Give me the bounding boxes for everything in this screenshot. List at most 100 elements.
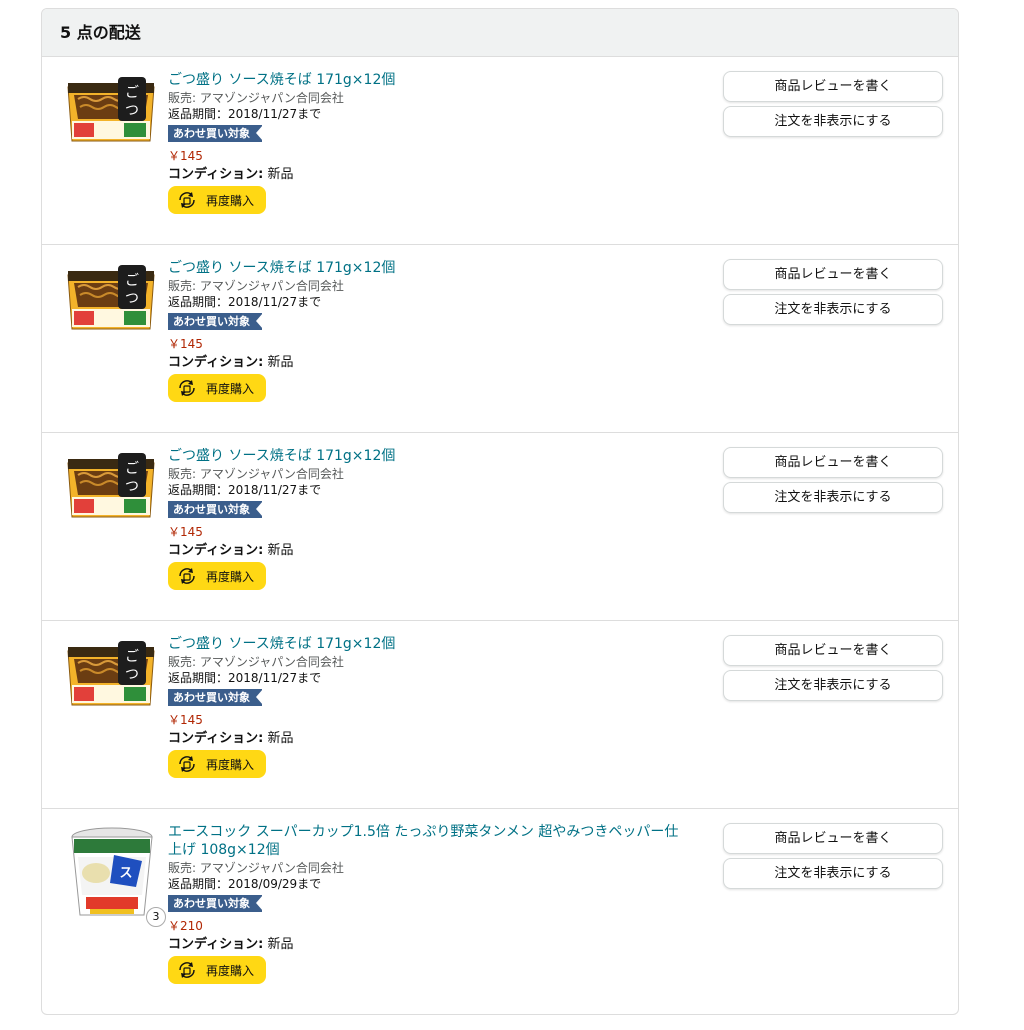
return-prefix: 返品期間： bbox=[168, 877, 229, 891]
condition-line: コンディション: 新品 bbox=[168, 166, 688, 184]
buy-again-icon bbox=[179, 962, 195, 978]
yakisoba-cup-image: ご つ bbox=[67, 77, 155, 142]
svg-text:つ: つ bbox=[125, 479, 139, 495]
return-prefix: 返品期間： bbox=[168, 295, 229, 309]
shipment-header: 5 点の配送 bbox=[42, 9, 958, 57]
hide-order-button[interactable]: 注文を非表示にする bbox=[723, 106, 943, 137]
return-date: 2018/11/27まで bbox=[228, 107, 322, 121]
condition-label: コンディション: bbox=[168, 937, 264, 952]
item-info: エースコック スーパーカップ1.5倍 たっぷり野菜タンメン 超やみつきペッパー仕… bbox=[168, 823, 688, 985]
seller-line: 販売: アマゾンジャパン合同会社 bbox=[168, 654, 688, 670]
buy-again-button[interactable]: 再度購入 bbox=[168, 956, 267, 984]
buy-again-icon bbox=[179, 568, 195, 584]
buy-again-button[interactable]: 再度購入 bbox=[168, 186, 267, 214]
write-review-button[interactable]: 商品レビューを書く bbox=[723, 635, 943, 666]
quantity-badge: 3 bbox=[146, 907, 166, 927]
product-title-link[interactable]: エースコック スーパーカップ1.5倍 たっぷり野菜タンメン 超やみつきペッパー仕… bbox=[168, 823, 688, 859]
buy-again-button[interactable]: 再度購入 bbox=[168, 750, 267, 778]
return-window: 返品期間：2018/11/27まで bbox=[168, 670, 688, 686]
write-review-button[interactable]: 商品レビューを書く bbox=[723, 71, 943, 102]
seller-prefix: 販売: bbox=[168, 91, 200, 105]
item-info: ごつ盛り ソース焼そば 171g×12個 販売: アマゾンジャパン合同会社 返品… bbox=[168, 447, 688, 591]
product-image[interactable]: ス 3 bbox=[70, 825, 166, 927]
item-actions: 商品レビューを書く 注文を非表示にする bbox=[723, 259, 943, 329]
seller-line: 販売: アマゾンジャパン合同会社 bbox=[168, 466, 688, 482]
return-window: 返品期間：2018/11/27まで bbox=[168, 482, 688, 498]
addon-badge: あわせ買い対象 bbox=[168, 689, 263, 706]
svg-text:つ: つ bbox=[125, 291, 139, 307]
yakisoba-cup-image: ご つ bbox=[67, 641, 155, 706]
order-item: ご つ ごつ盛り ソース焼そば 171g×12個 販売: アマゾンジャパン合同会… bbox=[42, 57, 958, 245]
item-info: ごつ盛り ソース焼そば 171g×12個 販売: アマゾンジャパン合同会社 返品… bbox=[168, 259, 688, 403]
product-title-link[interactable]: ごつ盛り ソース焼そば 171g×12個 bbox=[168, 259, 688, 277]
item-actions: 商品レビューを書く 注文を非表示にする bbox=[723, 447, 943, 517]
product-image[interactable]: ご つ bbox=[64, 639, 158, 715]
order-item: ス 3 エースコック スーパーカップ1.5倍 たっぷり野菜タンメン 超やみつきペ… bbox=[42, 809, 958, 997]
condition-line: コンディション: 新品 bbox=[168, 730, 688, 748]
product-title-link[interactable]: ごつ盛り ソース焼そば 171g×12個 bbox=[168, 447, 688, 465]
return-prefix: 返品期間： bbox=[168, 671, 229, 685]
return-date: 2018/11/27まで bbox=[228, 671, 322, 685]
shipment-title: 5 点の配送 bbox=[60, 23, 141, 42]
svg-text:ご: ご bbox=[125, 461, 139, 477]
seller-line: 販売: アマゾンジャパン合同会社 bbox=[168, 90, 688, 106]
buy-again-icon bbox=[179, 380, 195, 396]
addon-badge: あわせ買い対象 bbox=[168, 125, 263, 142]
item-price: ￥210 bbox=[168, 919, 203, 933]
buy-again-icon bbox=[179, 756, 195, 772]
buy-again-label: 再度購入 bbox=[206, 381, 255, 396]
seller-line: 販売: アマゾンジャパン合同会社 bbox=[168, 278, 688, 294]
seller-line: 販売: アマゾンジャパン合同会社 bbox=[168, 860, 688, 876]
write-review-button[interactable]: 商品レビューを書く bbox=[723, 447, 943, 478]
condition-label: コンディション: bbox=[168, 543, 264, 558]
return-window: 返品期間：2018/11/27まで bbox=[168, 106, 688, 122]
product-image[interactable]: ご つ bbox=[64, 263, 158, 339]
seller-name: アマゾンジャパン合同会社 bbox=[199, 91, 344, 105]
order-item: ご つ ごつ盛り ソース焼そば 171g×12個 販売: アマゾンジャパン合同会… bbox=[42, 621, 958, 809]
item-price: ￥145 bbox=[168, 149, 203, 163]
product-image[interactable]: ご つ bbox=[64, 75, 158, 151]
condition-value: 新品 bbox=[267, 731, 294, 746]
hide-order-button[interactable]: 注文を非表示にする bbox=[723, 294, 943, 325]
return-prefix: 返品期間： bbox=[168, 483, 229, 497]
return-window: 返品期間：2018/11/27まで bbox=[168, 294, 688, 310]
item-actions: 商品レビューを書く 注文を非表示にする bbox=[723, 71, 943, 141]
seller-name: アマゾンジャパン合同会社 bbox=[199, 655, 344, 669]
seller-prefix: 販売: bbox=[168, 279, 200, 293]
seller-name: アマゾンジャパン合同会社 bbox=[199, 467, 344, 481]
buy-again-label: 再度購入 bbox=[206, 757, 255, 772]
condition-line: コンディション: 新品 bbox=[168, 542, 688, 560]
order-item: ご つ ごつ盛り ソース焼そば 171g×12個 販売: アマゾンジャパン合同会… bbox=[42, 245, 958, 433]
seller-name: アマゾンジャパン合同会社 bbox=[199, 861, 344, 875]
write-review-button[interactable]: 商品レビューを書く bbox=[723, 259, 943, 290]
svg-text:つ: つ bbox=[125, 103, 139, 119]
condition-value: 新品 bbox=[267, 543, 294, 558]
yakisoba-cup-image: ご つ bbox=[67, 453, 155, 518]
seller-prefix: 販売: bbox=[168, 655, 200, 669]
hide-order-button[interactable]: 注文を非表示にする bbox=[723, 858, 943, 889]
condition-label: コンディション: bbox=[168, 731, 264, 746]
addon-badge: あわせ買い対象 bbox=[168, 501, 263, 518]
condition-label: コンディション: bbox=[168, 167, 264, 182]
hide-order-button[interactable]: 注文を非表示にする bbox=[723, 670, 943, 701]
product-title-link[interactable]: ごつ盛り ソース焼そば 171g×12個 bbox=[168, 635, 688, 653]
item-price: ￥145 bbox=[168, 525, 203, 539]
svg-text:ご: ご bbox=[125, 649, 139, 665]
condition-line: コンディション: 新品 bbox=[168, 354, 688, 372]
return-prefix: 返品期間： bbox=[168, 107, 229, 121]
buy-again-label: 再度購入 bbox=[206, 963, 255, 978]
buy-again-button[interactable]: 再度購入 bbox=[168, 374, 267, 402]
item-actions: 商品レビューを書く 注文を非表示にする bbox=[723, 823, 943, 893]
product-title-link[interactable]: ごつ盛り ソース焼そば 171g×12個 bbox=[168, 71, 688, 89]
write-review-button[interactable]: 商品レビューを書く bbox=[723, 823, 943, 854]
buy-again-label: 再度購入 bbox=[206, 569, 255, 584]
return-window: 返品期間：2018/09/29まで bbox=[168, 876, 688, 892]
condition-value: 新品 bbox=[267, 355, 294, 370]
product-image[interactable]: ご つ bbox=[64, 451, 158, 527]
buy-again-button[interactable]: 再度購入 bbox=[168, 562, 267, 590]
addon-badge: あわせ買い対象 bbox=[168, 895, 263, 912]
hide-order-button[interactable]: 注文を非表示にする bbox=[723, 482, 943, 513]
return-date: 2018/11/27まで bbox=[228, 483, 322, 497]
condition-value: 新品 bbox=[267, 167, 294, 182]
return-date: 2018/11/27まで bbox=[228, 295, 322, 309]
